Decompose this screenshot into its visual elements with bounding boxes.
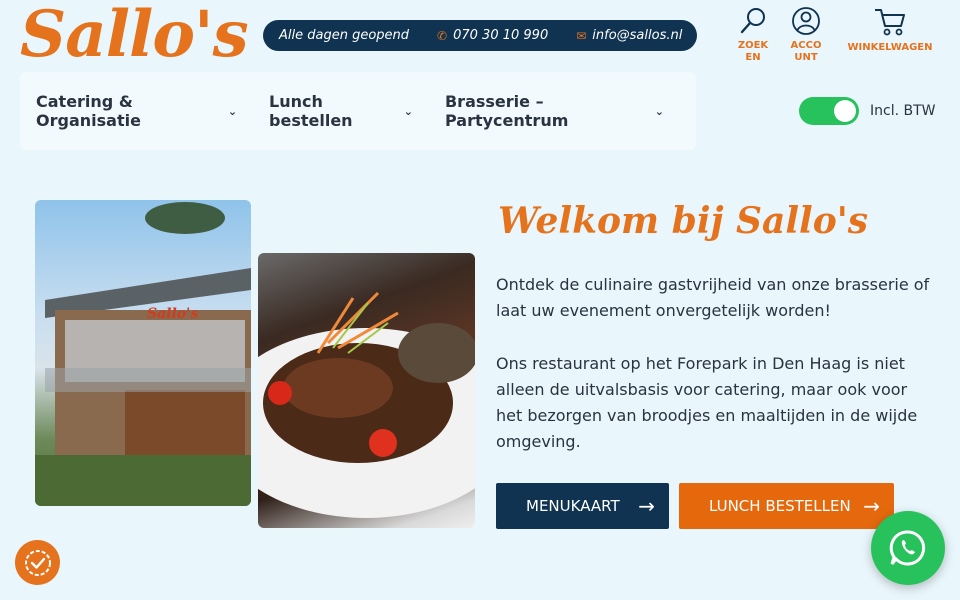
email-address: info@sallos.nl	[592, 28, 683, 43]
search-label-line2: EN	[745, 52, 761, 63]
building-illustration: Sallo's	[35, 202, 251, 506]
page-title: Welkom bij Sallo's	[498, 200, 869, 242]
search-button[interactable]: ZOEK EN	[736, 6, 770, 64]
lunch-bestellen-button[interactable]: LUNCH BESTELLEN →	[679, 483, 894, 529]
shopping-cart-icon	[875, 9, 905, 36]
nav-item-catering[interactable]: Catering & Organisatie ⌄	[36, 92, 237, 130]
nav-item-lunch[interactable]: Lunch bestellen ⌄	[269, 92, 413, 130]
arrow-right-icon: →	[638, 494, 655, 518]
btw-toggle[interactable]	[799, 97, 859, 125]
menukaart-button[interactable]: MENUKAART →	[496, 483, 669, 529]
cart-label: WINKELWAGEN	[847, 42, 933, 53]
arrow-right-icon: →	[863, 494, 880, 518]
nav-item-label: Lunch bestellen	[269, 92, 353, 130]
email-link[interactable]: ✉ info@sallos.nl	[576, 28, 682, 43]
phone-link[interactable]: ✆ 070 30 10 990	[437, 28, 548, 43]
account-label-line2: UNT	[794, 52, 818, 63]
user-icon	[792, 7, 820, 35]
menukaart-button-label: MENUKAART	[526, 497, 620, 515]
description-paragraph: Ons restaurant op het Forepark in Den Ha…	[496, 354, 918, 451]
svg-text:Sallo's: Sallo's	[147, 306, 198, 322]
intro-paragraph: Ontdek de culinaire gastvrijheid van onz…	[496, 275, 930, 320]
nav-item-label: Brasserie – Partycentrum	[444, 92, 569, 130]
whatsapp-chat-button[interactable]	[871, 511, 945, 585]
nav-item-label: Catering & Organisatie	[36, 92, 141, 130]
cookie-consent-icon	[24, 549, 51, 576]
toggle-knob	[834, 100, 856, 122]
phone-icon: ✆	[437, 28, 448, 43]
opening-hours-text: Alle dagen geopend	[279, 28, 410, 43]
cart-button[interactable]: WINKELWAGEN	[845, 6, 935, 54]
chevron-down-icon: ⌄	[227, 104, 238, 118]
main-navigation: Catering & Organisatie ⌄ Lunch bestellen…	[20, 72, 696, 150]
envelope-icon: ✉	[576, 28, 587, 43]
cookie-consent-button[interactable]	[15, 540, 60, 585]
btw-toggle-label: Incl. BTW	[870, 103, 936, 119]
search-label-line1: ZOEK	[737, 40, 769, 51]
chevron-down-icon: ⌄	[403, 104, 413, 118]
contact-info-bar: Alle dagen geopend ✆ 070 30 10 990 ✉ inf…	[263, 20, 697, 51]
account-label-line1: ACCO	[790, 40, 822, 51]
restaurant-building-photo: Sallo's	[35, 200, 251, 506]
steak-dish-photo	[258, 253, 475, 528]
btw-toggle-group: Incl. BTW	[799, 97, 936, 125]
whatsapp-icon	[889, 530, 926, 566]
food-illustration	[258, 291, 475, 518]
chevron-down-icon: ⌄	[654, 104, 664, 118]
lunch-button-label: LUNCH BESTELLEN	[709, 497, 851, 515]
account-button[interactable]: ACCO UNT	[786, 6, 826, 64]
search-icon	[740, 8, 765, 34]
nav-item-brasserie[interactable]: Brasserie – Partycentrum ⌄	[445, 92, 664, 130]
site-logo[interactable]: Sallo's	[20, 0, 249, 70]
phone-number: 070 30 10 990	[453, 28, 549, 43]
